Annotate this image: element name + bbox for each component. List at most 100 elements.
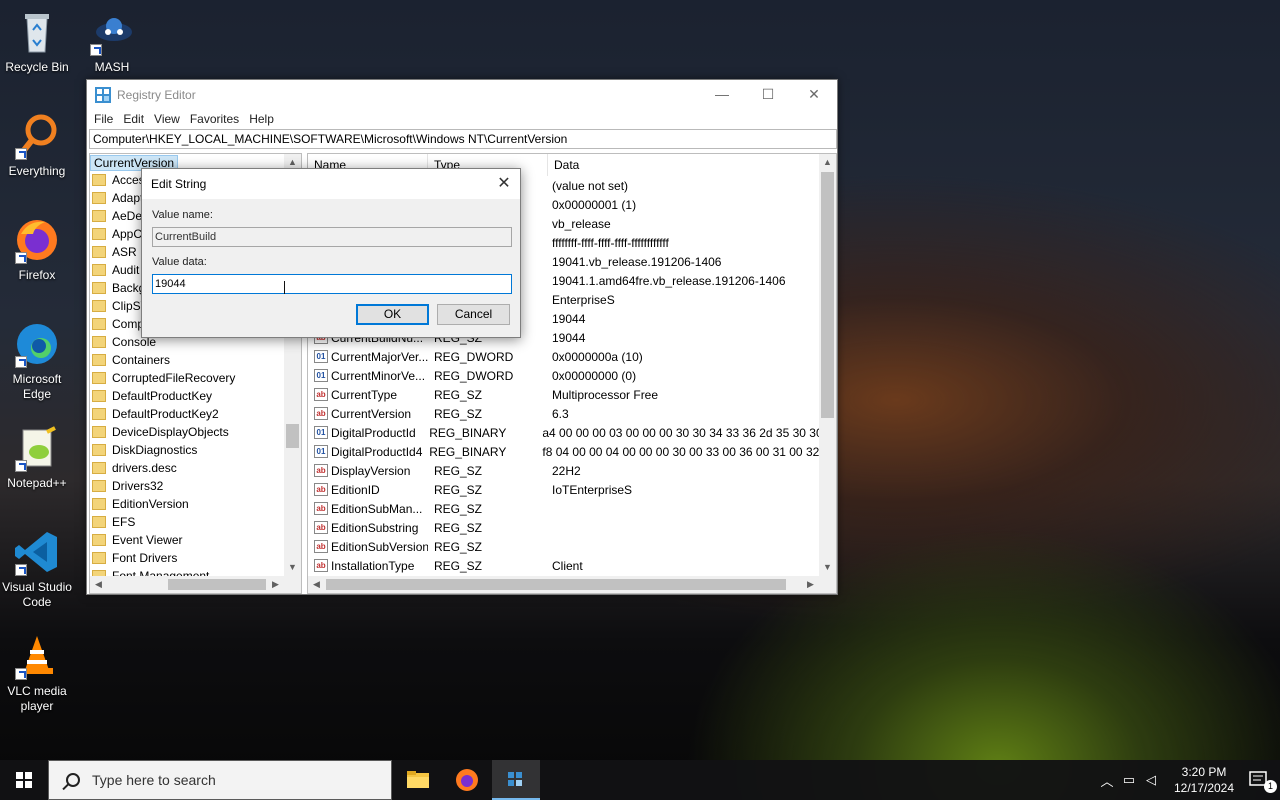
tree-item[interactable]: EFS (90, 513, 301, 531)
scroll-right-arrow-icon[interactable]: ▶ (802, 576, 819, 593)
tree-item[interactable]: Font Drivers (90, 549, 301, 567)
shortcut-arrow-icon (15, 356, 27, 368)
value-row[interactable]: 01 CurrentMinorVe... REG_DWORD 0x00000000 (… (308, 366, 836, 385)
clock[interactable]: 3:20 PM 12/17/2024 (1168, 764, 1240, 796)
tree-item[interactable]: CorruptedFileRecovery (90, 369, 301, 387)
scroll-thumb[interactable] (326, 579, 786, 590)
scroll-thumb[interactable] (286, 424, 299, 448)
tree-item-label: Audit (112, 263, 140, 277)
scroll-down-arrow-icon[interactable]: ▼ (284, 559, 301, 576)
address-bar[interactable]: Computer\HKEY_LOCAL_MACHINE\SOFTWARE\Mic… (89, 129, 837, 149)
value-type-cell: REG_SZ (434, 482, 483, 497)
scroll-left-arrow-icon[interactable]: ◀ (308, 576, 325, 593)
desktop-icon-vscode[interactable]: Visual Studio Code (0, 528, 74, 610)
scroll-thumb[interactable] (821, 172, 834, 418)
search-input[interactable] (92, 772, 372, 788)
ok-button[interactable]: OK (356, 304, 429, 325)
scroll-down-arrow-icon[interactable]: ▼ (819, 559, 836, 576)
maximize-button[interactable]: ☐ (745, 80, 791, 109)
minimize-button[interactable]: — (699, 80, 745, 109)
value-data-cell: 0x00000001 (1) (552, 197, 637, 212)
tree-item[interactable]: EditionVersion (90, 495, 301, 513)
value-name-cell: ab EditionSubstring (308, 521, 428, 535)
volume-muted-icon[interactable]: ◁ (1140, 772, 1162, 788)
menu-help[interactable]: Help (244, 112, 279, 126)
column-data[interactable]: Data (548, 154, 808, 176)
value-name-cell: ab CurrentVersion (308, 407, 428, 421)
taskbar-firefox[interactable] (443, 760, 491, 800)
desktop-icon-everything[interactable]: Everything (0, 112, 74, 179)
desktop-icon-recycle-bin[interactable]: Recycle Bin (0, 8, 74, 75)
binary-value-icon: 01 (314, 350, 328, 363)
value-row[interactable]: ab EditionSubVersion REG_SZ (308, 537, 836, 556)
tree-item[interactable]: drivers.desc (90, 459, 301, 477)
start-button[interactable] (0, 760, 48, 800)
value-name-text: EditionSubVersion (331, 539, 428, 554)
value-data-cell: IoTEnterpriseS (552, 482, 633, 497)
text-cursor-icon (284, 281, 287, 294)
menu-view[interactable]: View (149, 112, 185, 126)
value-data-cell: ffffffff-ffff-ffff-ffff-ffffffffffff (552, 235, 669, 250)
value-type-cell: REG_BINARY (429, 444, 507, 459)
shortcut-arrow-icon (15, 148, 27, 160)
cancel-button[interactable]: Cancel (437, 304, 510, 325)
value-name-field[interactable]: CurrentBuild (152, 227, 512, 247)
value-name-text: CurrentMinorVe... (331, 368, 426, 383)
taskbar-file-explorer[interactable] (394, 760, 442, 800)
value-row[interactable]: ab EditionSubstring REG_SZ (308, 518, 836, 537)
value-row[interactable]: 01 CurrentMajorVer... REG_DWORD 0x0000000a … (308, 347, 836, 366)
value-row[interactable]: ab CurrentType REG_SZ Multiprocessor Free (308, 385, 836, 404)
value-row[interactable]: 01 DigitalProductId REG_BINARY a4 00 00 00 … (308, 423, 836, 442)
tree-item[interactable]: Containers (90, 351, 301, 369)
values-horizontal-scrollbar[interactable]: ◀ ▶ (308, 576, 836, 593)
value-row[interactable]: ab CurrentVersion REG_SZ 6.3 (308, 404, 836, 423)
menu-favorites[interactable]: Favorites (185, 112, 244, 126)
value-type-cell: REG_SZ (434, 387, 483, 402)
value-name-cell: ab DisplayVersion (308, 464, 428, 478)
tree-item[interactable]: DefaultProductKey (90, 387, 301, 405)
desktop-icon-firefox[interactable]: Firefox (0, 216, 74, 283)
desktop-icon-edge[interactable]: Microsoft Edge (0, 320, 74, 402)
taskbar-registry-editor[interactable] (492, 760, 540, 800)
folder-icon (92, 210, 106, 222)
tree-item[interactable]: Event Viewer (90, 531, 301, 549)
value-row[interactable]: ab DisplayVersion REG_SZ 22H2 (308, 461, 836, 480)
value-name-text: DigitalProductId (331, 425, 416, 440)
dialog-title-bar[interactable]: Edit String ✕ (142, 169, 520, 199)
values-vertical-scrollbar[interactable]: ▲ ▼ (819, 154, 836, 576)
desktop-icon-notepad-plus-plus[interactable]: Notepad++ (0, 424, 74, 491)
title-bar[interactable]: Registry Editor — ☐ ✕ (87, 80, 837, 109)
network-icon[interactable]: ▭ (1118, 772, 1140, 788)
desktop-icon-label: MASH (94, 60, 130, 74)
taskbar-search[interactable] (48, 760, 392, 800)
tree-item[interactable]: DeviceDisplayObjects (90, 423, 301, 441)
value-row[interactable]: 01 DigitalProductId4 REG_BINARY f8 04 00 00… (308, 442, 836, 461)
desktop-icon-mash[interactable]: MASH (75, 8, 149, 75)
tree-item[interactable]: Drivers32 (90, 477, 301, 495)
value-row[interactable]: ab InstallationType REG_SZ Client (308, 556, 836, 575)
value-type-cell: REG_SZ (434, 463, 483, 478)
scroll-left-arrow-icon[interactable]: ◀ (90, 576, 107, 593)
menu-edit[interactable]: Edit (118, 112, 149, 126)
edit-string-dialog: Edit String ✕ Value name: CurrentBuild V… (141, 168, 521, 338)
menu-file[interactable]: File (89, 112, 118, 126)
value-data-input[interactable]: 19044 (152, 274, 512, 294)
chevron-up-icon[interactable]: ︿ (1096, 771, 1118, 790)
value-row[interactable]: ab EditionID REG_SZ IoTEnterpriseS (308, 480, 836, 499)
value-type-cell: REG_SZ (434, 558, 483, 573)
dialog-close-button[interactable]: ✕ (488, 169, 520, 199)
tree-horizontal-scrollbar[interactable]: ◀ ▶ (90, 576, 301, 593)
value-row[interactable]: ab EditionSubMan... REG_SZ (308, 499, 836, 518)
value-data-cell: 0x0000000a (10) (552, 349, 643, 364)
desktop-icon-vlc[interactable]: VLC media player (0, 632, 74, 714)
taskbar: ︿ ▭ ◁ 3:20 PM 12/17/2024 1 (0, 760, 1280, 800)
scroll-right-arrow-icon[interactable]: ▶ (267, 576, 284, 593)
tree-item[interactable]: DefaultProductKey2 (90, 405, 301, 423)
scroll-thumb[interactable] (168, 579, 266, 590)
tree-item[interactable]: DiskDiagnostics (90, 441, 301, 459)
close-button[interactable]: ✕ (791, 80, 837, 109)
action-center-button[interactable]: 1 (1240, 760, 1280, 800)
value-data-cell: (value not set) (552, 178, 629, 193)
scroll-up-arrow-icon[interactable]: ▲ (819, 154, 836, 171)
notepad-plus-plus-icon (13, 424, 61, 472)
